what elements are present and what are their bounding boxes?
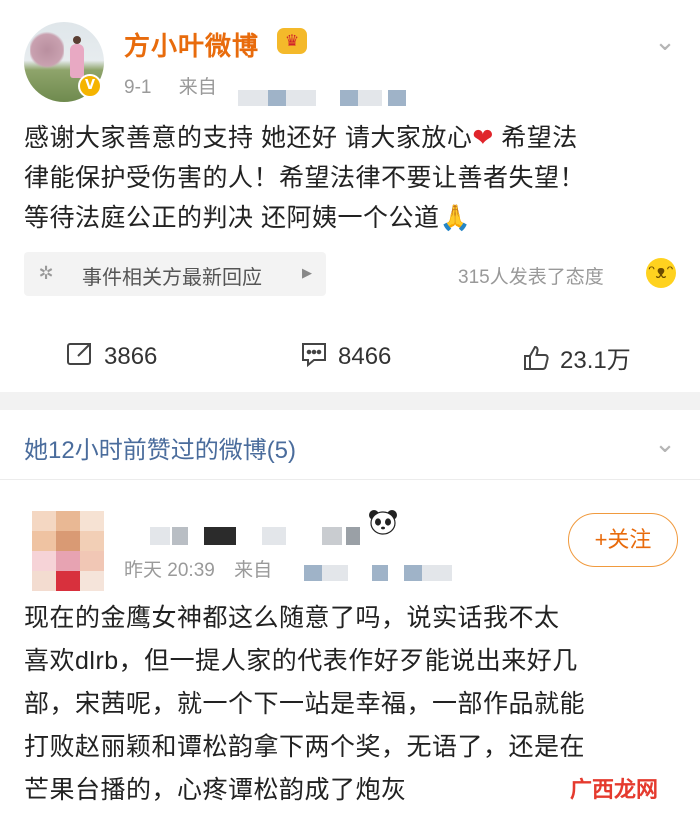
redacted-source bbox=[422, 565, 452, 581]
post-text-line: 等待法庭公正的判决 还阿姨一个公道🙏 bbox=[24, 204, 472, 232]
avatar-figure bbox=[70, 36, 84, 78]
post-date: 9-1 bbox=[124, 77, 152, 98]
redacted-source bbox=[322, 565, 348, 581]
action-bar: 3866 8466 23.1万 bbox=[0, 330, 700, 380]
liked-posts-title[interactable]: 她12小时前赞过的微博(5) bbox=[24, 430, 296, 465]
source-prefix: 来自 bbox=[178, 77, 217, 98]
pray-icon: 🙏 bbox=[439, 204, 472, 232]
repost-icon bbox=[67, 343, 91, 365]
comment-icon bbox=[302, 343, 326, 368]
avatar-tree bbox=[30, 30, 64, 70]
topic-card[interactable]: ✲ 事件相关方最新回应 ▶ bbox=[24, 252, 326, 296]
redacted-name bbox=[204, 527, 236, 545]
weibo-post-1: V 方小叶微博 ♛ ⌄ 9-1 来自 感谢大家善意的支持 她还好 请大家放心❤ … bbox=[0, 0, 700, 392]
author-avatar-pixelated[interactable] bbox=[32, 511, 104, 591]
post-text-line: 打败赵丽颖和谭松韵拿下两个奖，无语了，还是在 bbox=[24, 733, 586, 761]
redacted-name bbox=[346, 527, 360, 545]
author-name[interactable]: 方小叶微博 bbox=[124, 26, 259, 63]
like-button[interactable]: 23.1万 bbox=[522, 340, 631, 375]
post-text-line: 喜欢dlrb，但一提人家的代表作好歹能说出来好几 bbox=[24, 647, 578, 675]
redacted-source bbox=[286, 90, 316, 106]
post-meta: 9-1 来自 bbox=[124, 72, 217, 99]
redacted-source bbox=[358, 90, 382, 106]
post-text-line: 律能保护受伤害的人！希望法律不要让善者失望！ bbox=[24, 164, 586, 192]
post-meta: 昨天 20:39 来自 bbox=[124, 555, 272, 582]
attitude-count[interactable]: 315人发表了态度 bbox=[458, 262, 604, 289]
verified-v-icon: V bbox=[78, 74, 102, 98]
chevron-down-icon[interactable]: ⌄ bbox=[650, 431, 680, 457]
topic-icon: ✲ bbox=[38, 263, 54, 284]
arrow-right-icon: ▶ bbox=[302, 266, 312, 281]
panda-badge-icon bbox=[369, 510, 397, 535]
comment-button[interactable]: 8466 bbox=[300, 340, 391, 371]
redacted-name bbox=[262, 527, 286, 545]
redacted-name bbox=[150, 527, 170, 545]
section-divider bbox=[0, 392, 700, 410]
redacted-source bbox=[340, 90, 358, 106]
post-text-line: 部，宋茜呢，就一个下一站是幸福，一部作品就能 bbox=[24, 690, 586, 718]
comment-count: 8466 bbox=[338, 343, 392, 370]
like-count: 23.1万 bbox=[560, 347, 631, 374]
post-time: 昨天 20:39 bbox=[124, 560, 215, 581]
redacted-source bbox=[388, 90, 406, 106]
repost-button[interactable]: 3866 bbox=[66, 340, 157, 371]
grin-emoji-icon[interactable]: ᵔᴥᵔ bbox=[646, 258, 676, 288]
post-text-line: 现在的金鹰女神都这么随意了吗，说实话我不太 bbox=[24, 604, 560, 632]
post-text: 感谢大家善意的支持 她还好 请大家放心❤ 希望法 律能保护受伤害的人！希望法律不… bbox=[24, 118, 684, 238]
follow-button[interactable]: +关注 bbox=[568, 513, 678, 567]
redacted-source bbox=[268, 90, 286, 106]
chevron-down-icon[interactable]: ⌄ bbox=[650, 29, 680, 55]
topic-label: 事件相关方最新回应 bbox=[82, 267, 262, 289]
repost-count: 3866 bbox=[104, 343, 158, 370]
source-prefix: 来自 bbox=[234, 560, 273, 581]
thumbs-up-icon bbox=[524, 345, 549, 370]
weibo-post-2: +关注 昨天 20:39 来自 现在的金鹰女神都这么随意了吗，说实话我不太 喜欢… bbox=[0, 481, 700, 814]
watermark: 广西龙网 bbox=[570, 777, 659, 802]
redacted-source bbox=[238, 90, 268, 106]
crown-icon[interactable]: ♛ bbox=[277, 28, 307, 54]
redacted-source bbox=[372, 565, 388, 581]
redacted-name bbox=[172, 527, 188, 545]
redacted-name bbox=[322, 527, 342, 545]
heart-icon: ❤ bbox=[472, 124, 494, 152]
liked-posts-header[interactable]: 她12小时前赞过的微博(5) ⌄ bbox=[0, 410, 700, 480]
redacted-source bbox=[304, 565, 322, 581]
post-text-line: 感谢大家善意的支持 她还好 请大家放心❤ 希望法 bbox=[24, 124, 578, 152]
redacted-source bbox=[404, 565, 422, 581]
